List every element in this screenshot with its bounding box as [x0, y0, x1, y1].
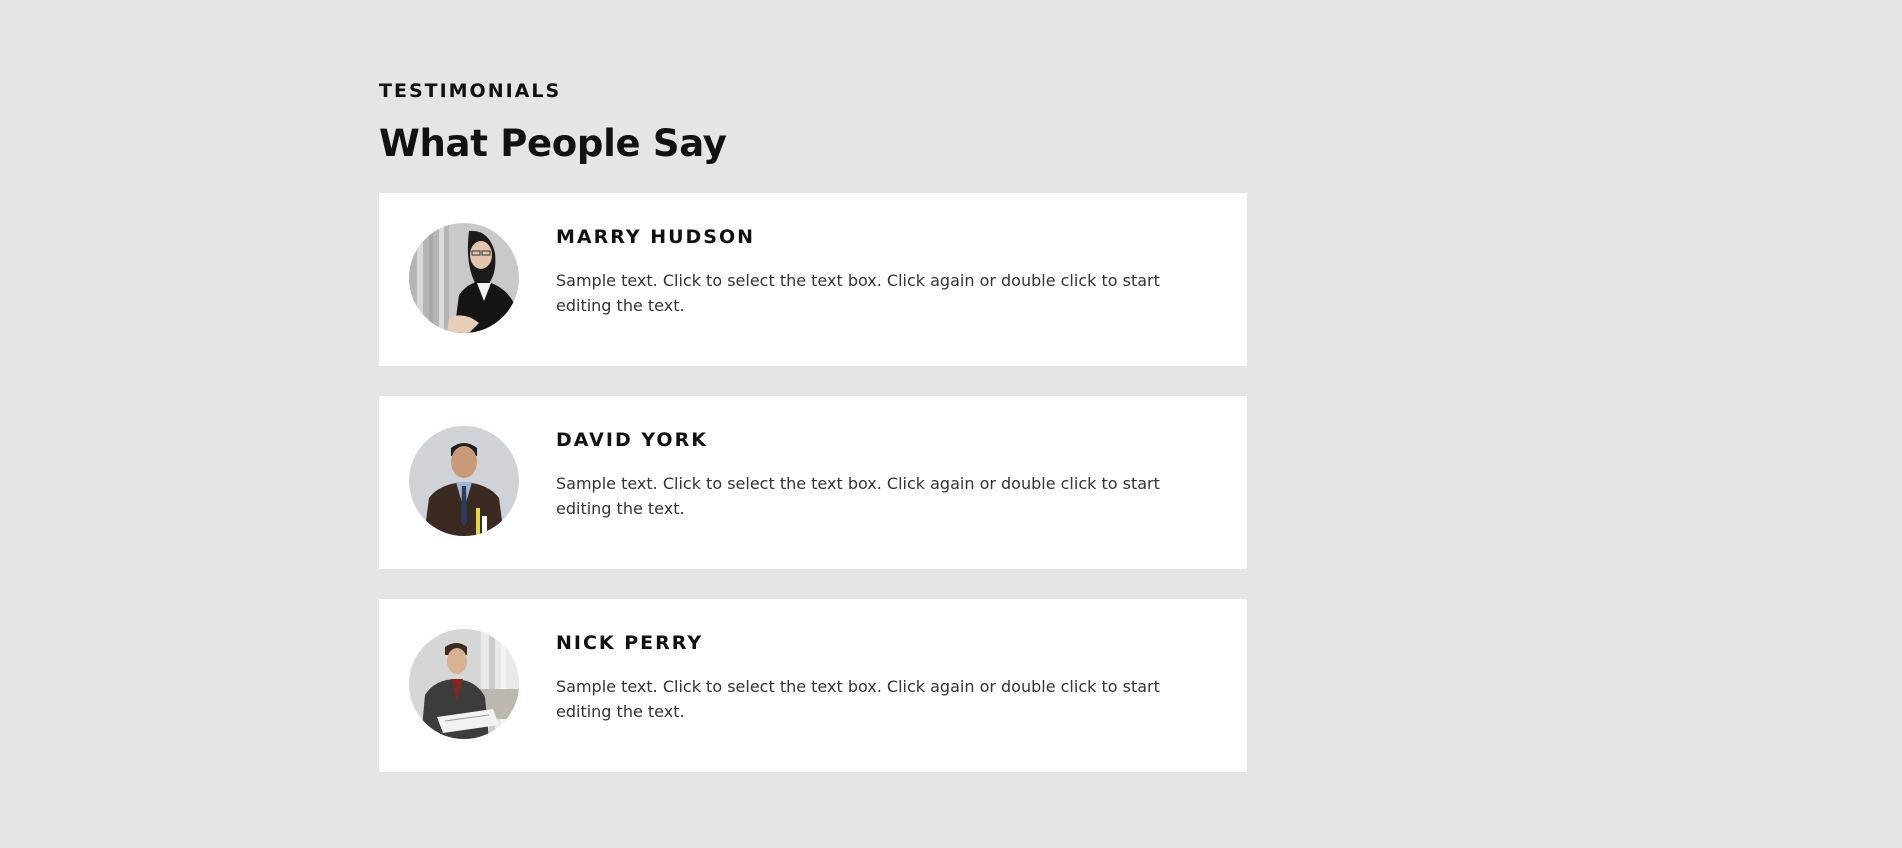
testimonial-name: DAVID YORK: [556, 429, 708, 451]
avatar: [409, 223, 519, 333]
testimonial-card: DAVID YORK Sample text. Click to select …: [379, 396, 1247, 569]
testimonials-section: TESTIMONIALS What People Say MARRY HUDSO…: [379, 80, 1247, 772]
testimonial-name: NICK PERRY: [556, 632, 704, 654]
avatar-photo-nick-perry: [409, 629, 519, 739]
testimonial-list: MARRY HUDSON Sample text. Click to selec…: [379, 193, 1247, 802]
testimonial-card: NICK PERRY Sample text. Click to select …: [379, 599, 1247, 772]
avatar: [409, 426, 519, 536]
section-eyebrow: TESTIMONIALS: [379, 80, 562, 102]
testimonial-name: MARRY HUDSON: [556, 226, 756, 248]
avatar: [409, 629, 519, 739]
avatar-photo-marry-hudson: [409, 223, 519, 333]
testimonial-text: Sample text. Click to select the text bo…: [556, 677, 1160, 721]
testimonial-card: MARRY HUDSON Sample text. Click to selec…: [379, 193, 1247, 366]
section-heading: What People Say: [379, 122, 727, 165]
testimonial-text: Sample text. Click to select the text bo…: [556, 474, 1160, 518]
testimonial-text: Sample text. Click to select the text bo…: [556, 271, 1160, 315]
avatar-photo-david-york: [409, 426, 519, 536]
